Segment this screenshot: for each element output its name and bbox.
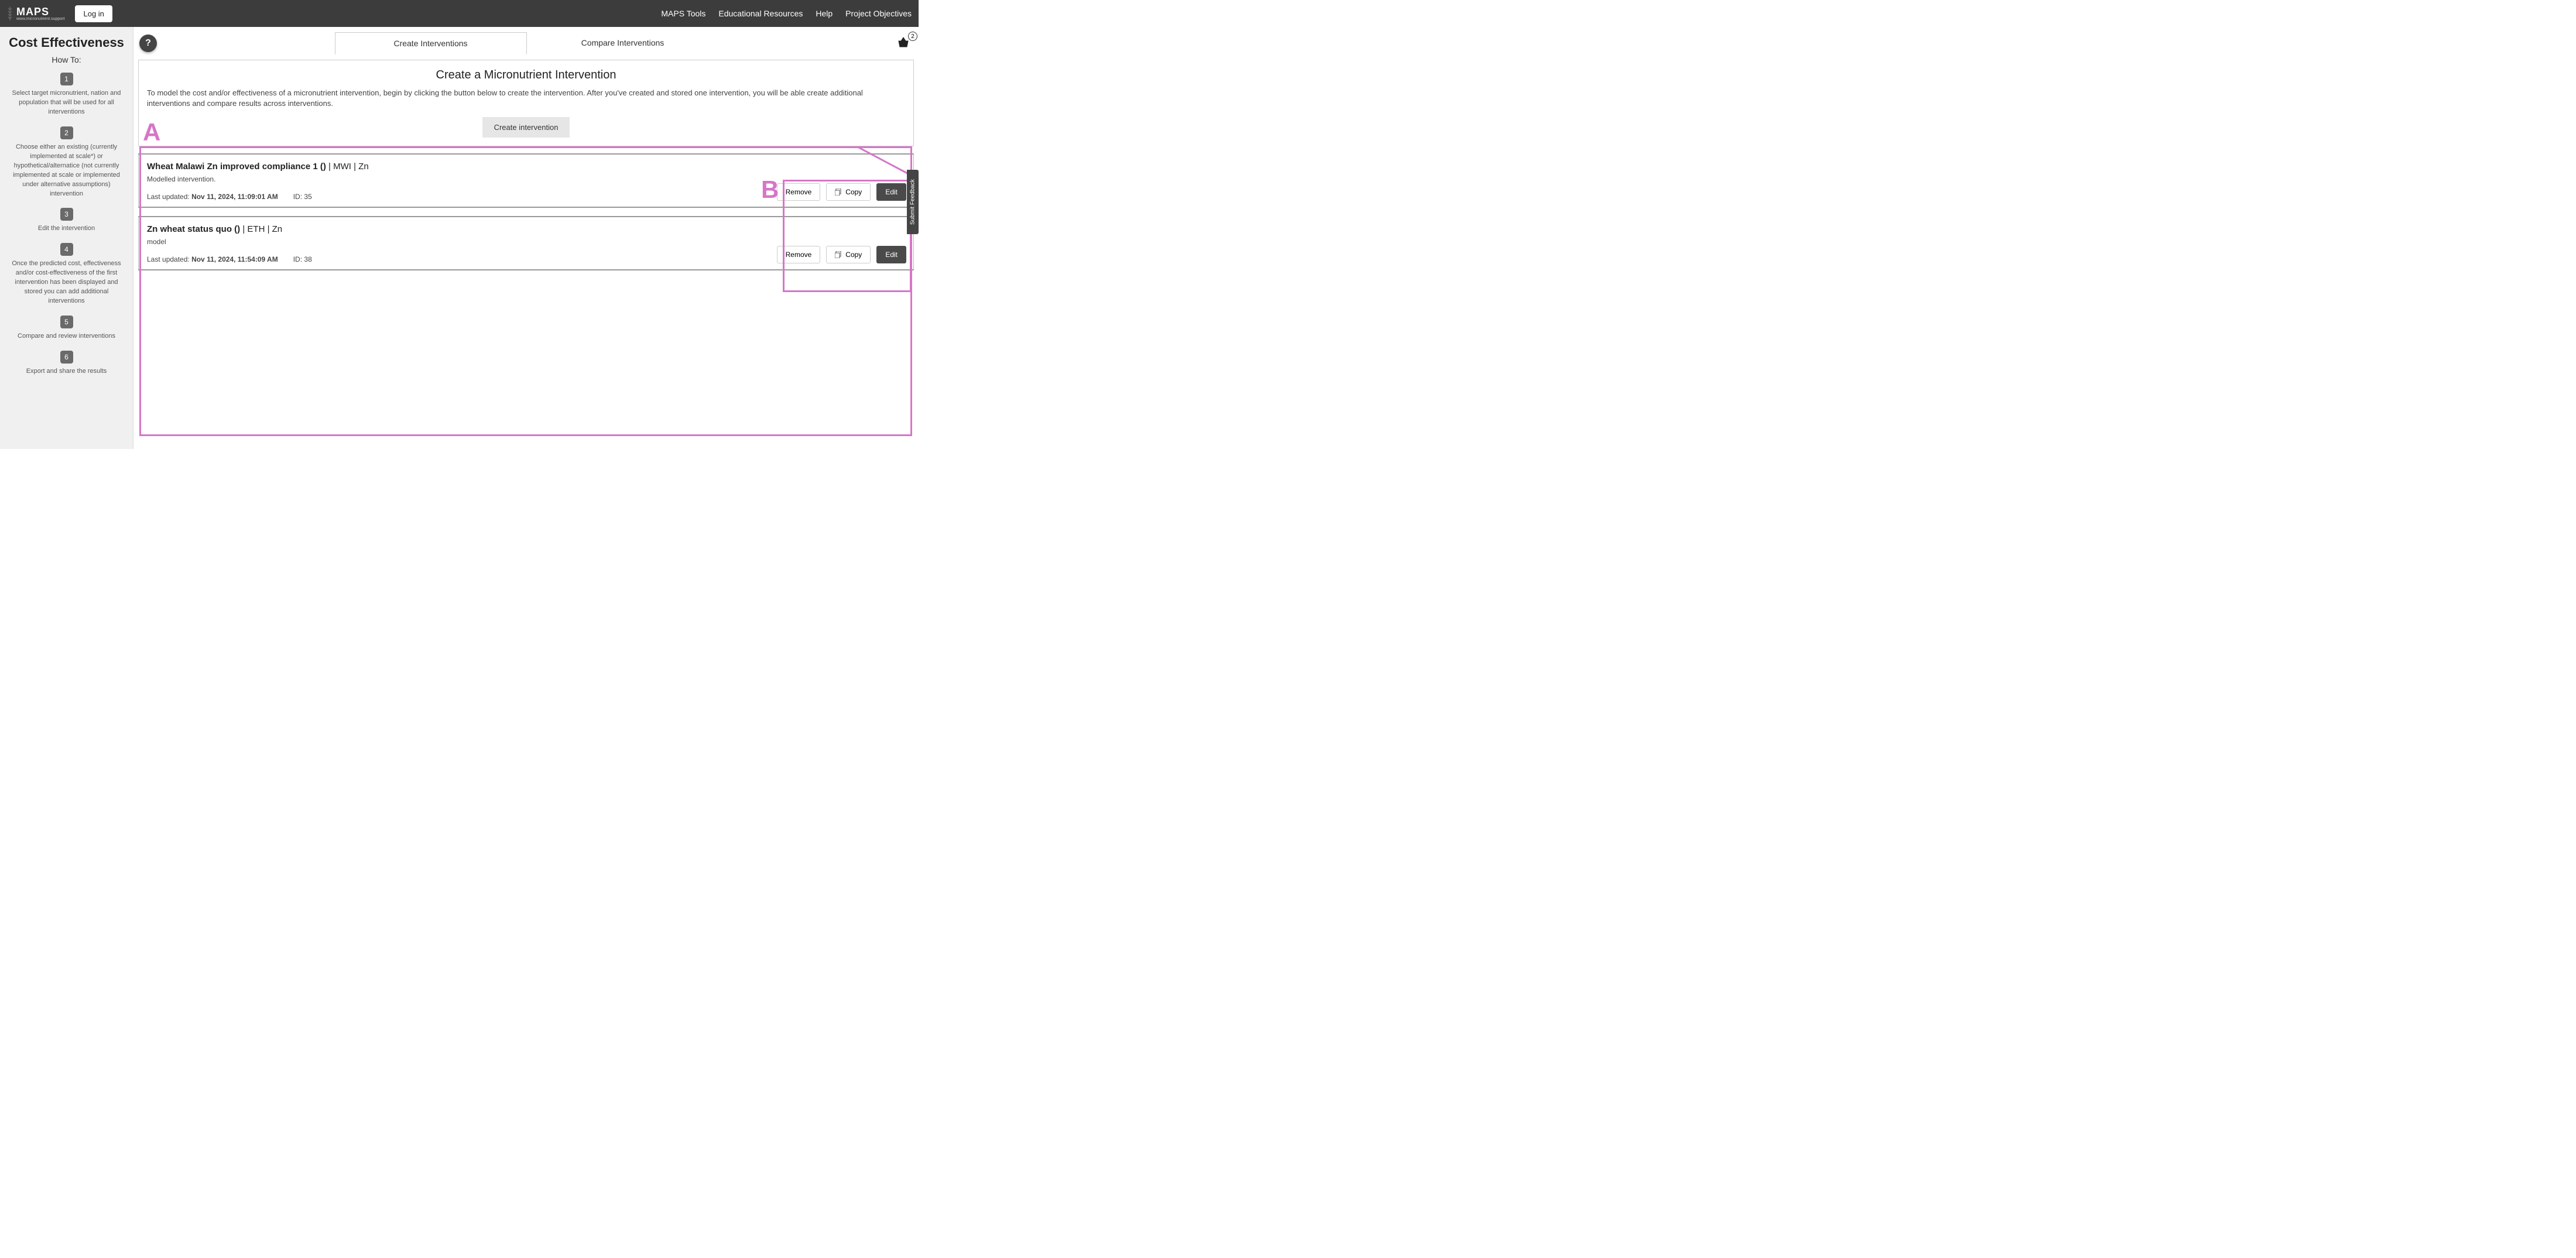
intervention-title: Zn wheat status quo () | ETH | Zn: [147, 224, 905, 234]
tab-compare-interventions[interactable]: Compare Interventions: [527, 32, 719, 54]
tabs-row: ? Create Interventions Compare Intervent…: [133, 27, 919, 60]
step-5: 5Compare and review interventions: [2, 316, 131, 341]
step-badge: 5: [60, 316, 73, 328]
nav-help[interactable]: Help: [816, 9, 833, 18]
submit-feedback-tab[interactable]: Submit Feedback: [907, 170, 919, 234]
copy-icon: [835, 188, 842, 196]
remove-button[interactable]: Remove: [777, 246, 821, 263]
page-title: Cost Effectiveness: [2, 35, 131, 50]
step-1: 1Select target micronutrient, nation and…: [2, 73, 131, 117]
nav-project-objectives[interactable]: Project Objectives: [845, 9, 912, 18]
basket-icon[interactable]: 2: [896, 35, 913, 52]
create-panel: Create a Micronutrient Intervention To m…: [138, 60, 914, 146]
step-6: 6Export and share the results: [2, 351, 131, 376]
step-2: 2Choose either an existing (currently im…: [2, 126, 131, 199]
intervention-card: Zn wheat status quo () | ETH | Zn model …: [138, 216, 914, 270]
login-button[interactable]: Log in: [75, 5, 112, 22]
panel-description: To model the cost and/or effectiveness o…: [147, 88, 905, 109]
step-4: 4Once the predicted cost, effectiveness …: [2, 243, 131, 306]
create-intervention-button[interactable]: Create intervention: [482, 117, 570, 138]
step-badge: 1: [60, 73, 73, 85]
tabs: Create Interventions Compare Interventio…: [157, 32, 896, 54]
logo[interactable]: MAPS www.micronutrient.support: [7, 6, 64, 21]
edit-button[interactable]: Edit: [876, 183, 906, 201]
logo-subtext: www.micronutrient.support: [16, 17, 64, 21]
tab-create-interventions[interactable]: Create Interventions: [335, 32, 527, 55]
app-header: MAPS www.micronutrient.support Log in MA…: [0, 0, 919, 27]
step-badge: 2: [60, 126, 73, 139]
help-icon[interactable]: ?: [139, 35, 157, 52]
step-badge: 4: [60, 243, 73, 256]
sidebar: Cost Effectiveness How To: 1Select targe…: [0, 27, 133, 449]
main-content: ? Create Interventions Compare Intervent…: [133, 27, 919, 449]
step-badge: 3: [60, 208, 73, 221]
intervention-subtitle: model: [147, 238, 905, 246]
intervention-actions: Remove Copy Edit: [777, 246, 906, 263]
copy-icon: [835, 251, 842, 258]
edit-button[interactable]: Edit: [876, 246, 906, 263]
intervention-card: Wheat Malawi Zn improved compliance 1 ()…: [138, 153, 914, 208]
nav-educational-resources[interactable]: Educational Resources: [718, 9, 803, 18]
main-nav: MAPS Tools Educational Resources Help Pr…: [661, 9, 912, 18]
remove-button[interactable]: Remove: [777, 183, 821, 201]
interventions-list: Wheat Malawi Zn improved compliance 1 ()…: [138, 153, 914, 270]
panel-title: Create a Micronutrient Intervention: [147, 68, 905, 82]
intervention-subtitle: Modelled intervention.: [147, 175, 905, 183]
copy-button[interactable]: Copy: [826, 246, 871, 263]
basket-count-badge: 2: [908, 32, 917, 41]
nav-maps-tools[interactable]: MAPS Tools: [661, 9, 705, 18]
intervention-actions: Remove Copy Edit: [777, 183, 906, 201]
logo-text: MAPS: [16, 6, 64, 18]
step-badge: 6: [60, 351, 73, 364]
copy-button[interactable]: Copy: [826, 183, 871, 201]
howto-label: How To:: [2, 55, 131, 64]
wheat-icon: [7, 6, 13, 20]
intervention-title: Wheat Malawi Zn improved compliance 1 ()…: [147, 162, 905, 172]
step-3: 3Edit the intervention: [2, 208, 131, 234]
